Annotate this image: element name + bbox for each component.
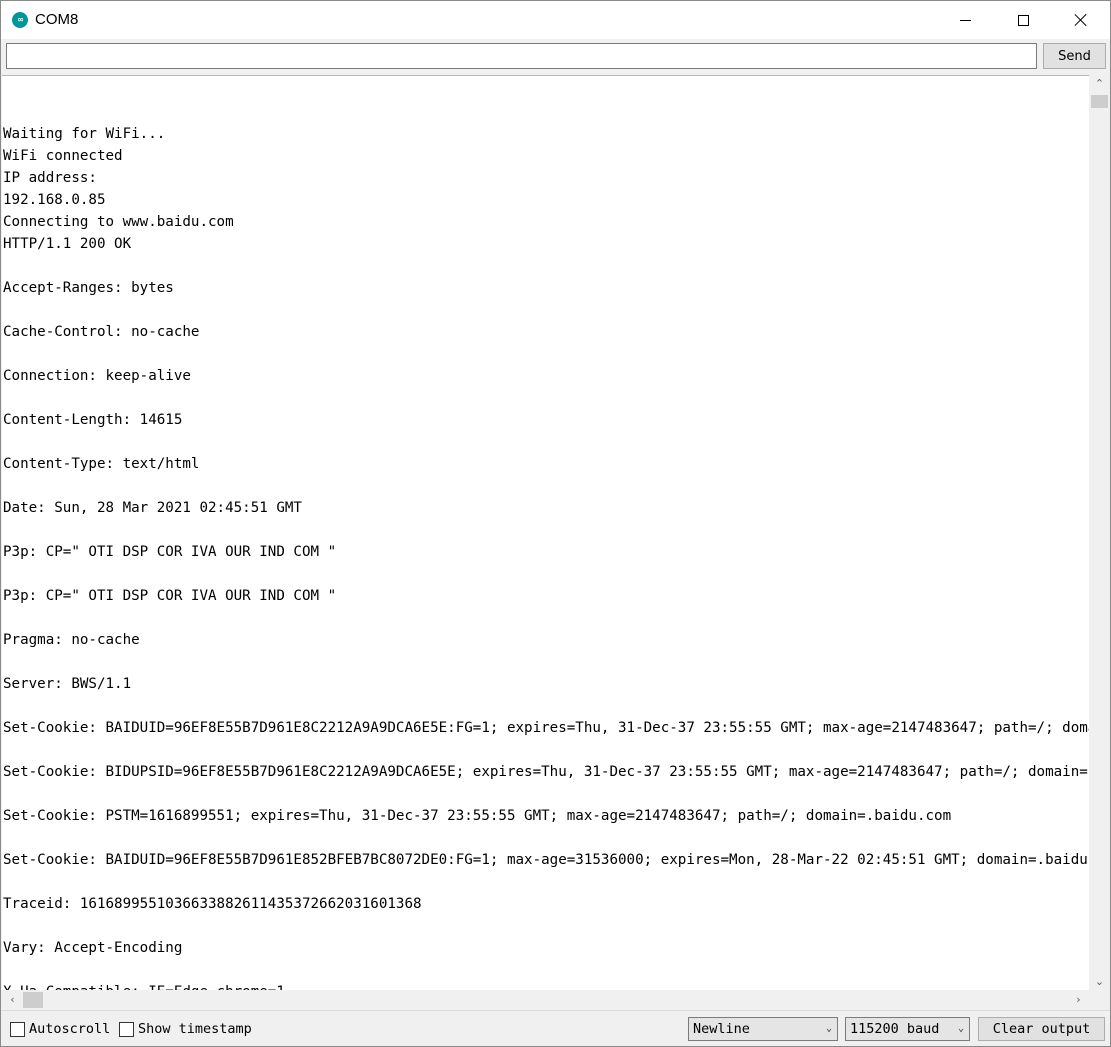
horizontal-scroll-thumb[interactable] [23, 992, 43, 1008]
serial-output-line [3, 739, 1089, 761]
serial-output-line [3, 519, 1089, 541]
serial-output-line [3, 607, 1089, 629]
horizontal-scrollbar[interactable]: ‹ › [2, 990, 1089, 1010]
serial-output-line: Date: Sun, 28 Mar 2021 02:45:51 GMT [3, 500, 302, 516]
serial-output-line [3, 783, 1089, 805]
autoscroll-label: Autoscroll [29, 1021, 111, 1037]
serial-output-line: P3p: CP=" OTI DSP COR IVA OUR IND COM " [3, 544, 337, 560]
close-icon [1074, 13, 1088, 27]
show-timestamp-checkbox-box[interactable] [119, 1021, 134, 1037]
arduino-icon: ∞ [12, 12, 28, 28]
serial-output-line [3, 563, 1089, 585]
baud-rate-select[interactable]: 115200 baud ⌄ [845, 1017, 970, 1041]
serial-output-line: Connecting to www.baidu.com [3, 214, 234, 230]
serial-output-line [3, 431, 1089, 453]
chevron-down-icon: ⌄ [825, 1023, 832, 1034]
show-timestamp-checkbox[interactable]: Show timestamp [119, 1021, 252, 1037]
serial-output-line [3, 871, 1089, 893]
send-row: Send [1, 39, 1110, 75]
serial-output-line: Accept-Ranges: bytes [3, 280, 174, 296]
serial-output-line [3, 299, 1089, 321]
serial-output-line: Content-Length: 14615 [3, 412, 183, 428]
serial-output-line: IP address: [3, 170, 106, 186]
serial-output-line: Set-Cookie: BIDUPSID=96EF8E55B7D961E8C22… [3, 764, 1089, 780]
serial-output-text: Waiting for WiFi... WiFi connected IP addr… [3, 123, 1089, 990]
line-ending-select[interactable]: Newline ⌄ [688, 1017, 838, 1041]
serial-output-line [3, 915, 1089, 937]
chevron-down-icon: ⌄ [957, 1023, 964, 1034]
window-title: COM8 [35, 11, 79, 28]
serial-output-line [3, 343, 1089, 365]
serial-output-line: Traceid: 1616899551036633882611435372662… [3, 896, 422, 912]
serial-output-line: Vary: Accept-Encoding [3, 940, 183, 956]
close-button[interactable] [1052, 1, 1110, 39]
serial-output-line: X-Ua-Compatible: IE=Edge,chrome=1 [3, 981, 1089, 990]
maximize-icon [1017, 14, 1029, 26]
serial-output-line [3, 695, 1089, 717]
serial-output[interactable]: Waiting for WiFi... WiFi connected IP addr… [2, 75, 1089, 990]
serial-output-line: Cache-Control: no-cache [3, 324, 200, 340]
show-timestamp-label: Show timestamp [138, 1021, 252, 1037]
serial-output-line [3, 959, 1089, 981]
serial-output-line: Connection: keep-alive [3, 368, 191, 384]
scroll-down-icon[interactable]: ⌄ [1089, 973, 1110, 990]
serial-output-line: Pragma: no-cache [3, 632, 140, 648]
line-ending-value: Newline [693, 1021, 750, 1037]
bottom-bar: Autoscroll Show timestamp Newline ⌄ 1152… [1, 1010, 1110, 1046]
scroll-left-icon[interactable]: ‹ [4, 990, 21, 1010]
serial-output-line: WiFi connected [3, 148, 123, 164]
serial-output-line [3, 387, 1089, 409]
serial-output-line [3, 475, 1089, 497]
send-button[interactable]: Send [1043, 43, 1106, 69]
maximize-button[interactable] [994, 1, 1052, 39]
serial-output-line: HTTP/1.1 200 OK [3, 236, 132, 252]
baud-rate-value: 115200 baud [850, 1021, 940, 1037]
autoscroll-checkbox-box[interactable] [10, 1021, 25, 1037]
scrollbar-corner [1089, 990, 1110, 1010]
minimize-icon [959, 19, 971, 21]
serial-output-line: Waiting for WiFi... [3, 126, 166, 142]
scroll-right-icon[interactable]: › [1070, 990, 1087, 1010]
serial-output-line [3, 255, 1089, 277]
autoscroll-checkbox[interactable]: Autoscroll [10, 1021, 110, 1037]
serial-output-line: 192.168.0.85 [3, 192, 106, 208]
vertical-scroll-thumb[interactable] [1091, 95, 1108, 108]
serial-output-line: Content-Type: text/html [3, 456, 200, 472]
title-bar: ∞ COM8 [1, 1, 1110, 39]
serial-send-input[interactable] [6, 43, 1037, 69]
serial-output-line: Server: BWS/1.1 [3, 676, 132, 692]
vertical-scrollbar[interactable]: ⌃ ⌄ [1089, 75, 1110, 990]
serial-output-line [3, 651, 1089, 673]
serial-output-line: P3p: CP=" OTI DSP COR IVA OUR IND COM " [3, 588, 337, 604]
scroll-up-icon[interactable]: ⌃ [1089, 75, 1110, 92]
serial-output-line: Set-Cookie: BAIDUID=96EF8E55B7D961E8C221… [3, 720, 1089, 736]
minimize-button[interactable] [936, 1, 994, 39]
serial-output-line [3, 827, 1089, 849]
clear-output-button[interactable]: Clear output [978, 1017, 1105, 1041]
serial-monitor-window: ∞ COM8 Send Waiting for WiFi... WiFi conn… [0, 0, 1111, 1047]
serial-output-line: Set-Cookie: BAIDUID=96EF8E55B7D961E852BF… [3, 852, 1089, 868]
serial-output-line: Set-Cookie: PSTM=1616899551; expires=Thu… [3, 808, 952, 824]
